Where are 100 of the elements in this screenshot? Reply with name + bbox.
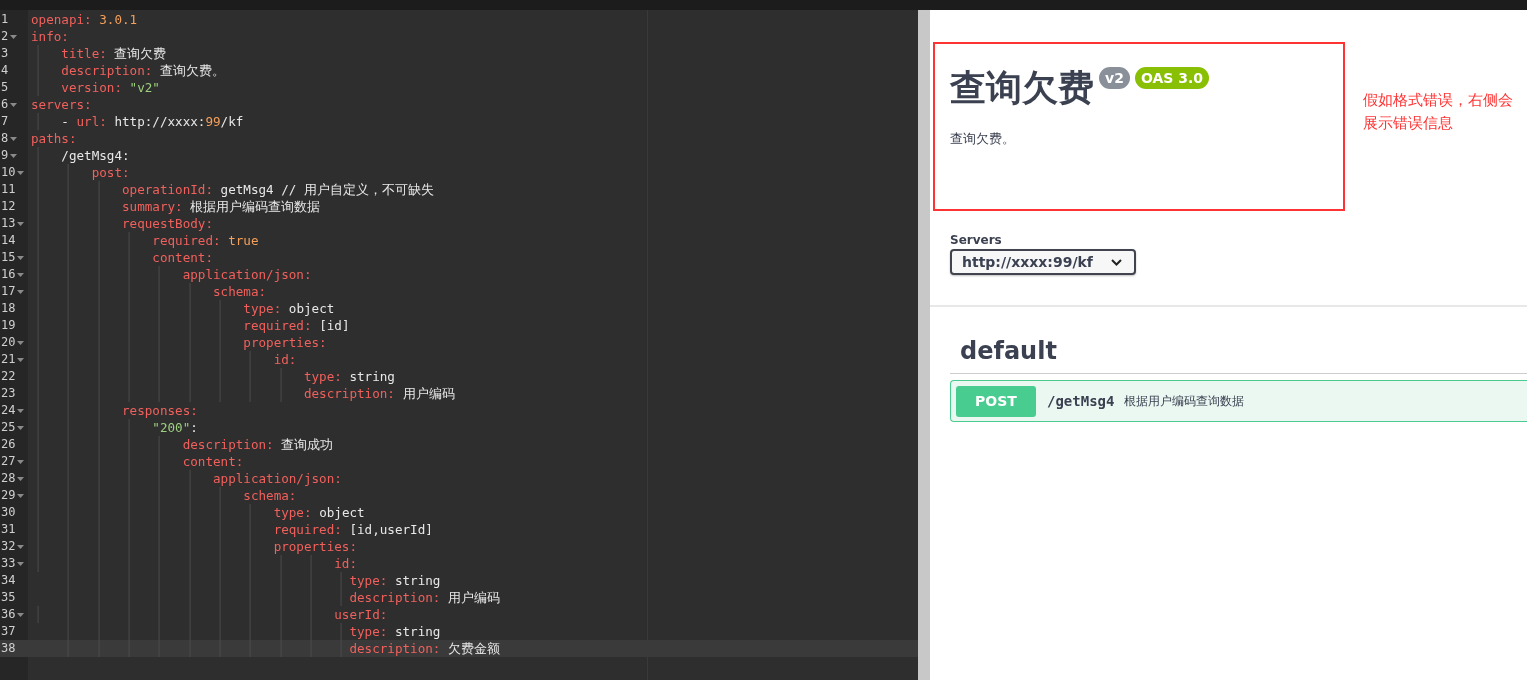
fold-arrow-icon[interactable] (10, 136, 18, 141)
line-number: 35 (0, 589, 16, 606)
line-number: 19 (0, 317, 16, 334)
version-badge: v2 (1099, 67, 1130, 89)
api-description: 查询欠费。 (950, 130, 1016, 148)
line-number: 12 (0, 198, 16, 215)
code-editor[interactable] (0, 10, 918, 680)
line-number: 4 (0, 62, 9, 79)
line-number: 16 (0, 266, 16, 283)
code-line: paths: (31, 130, 77, 147)
line-number: 22 (0, 368, 16, 385)
fold-arrow-icon[interactable] (17, 612, 25, 617)
code-line: id: (273, 351, 297, 368)
code-line: required: [id,userId] (273, 521, 433, 538)
line-number: 15 (0, 249, 16, 266)
code-line: content: (152, 249, 213, 266)
code-line: description: 查询成功 (182, 436, 334, 453)
line-number: 30 (0, 504, 16, 521)
fold-arrow-icon[interactable] (10, 34, 18, 39)
fold-arrow-icon[interactable] (17, 476, 25, 481)
code-line: servers: (31, 96, 92, 113)
line-number: 25 (0, 419, 16, 436)
fold-arrow-icon[interactable] (17, 289, 25, 294)
code-line: required: true (152, 232, 259, 249)
code-line: type: string (349, 572, 441, 589)
line-number: 21 (0, 351, 16, 368)
code-line: content: (182, 453, 244, 470)
line-number: 29 (0, 487, 16, 504)
line-number: 1 (0, 11, 9, 28)
line-number: 31 (0, 521, 16, 538)
line-number: 34 (0, 572, 16, 589)
code-line: - url: http://xxxx:99/kf (61, 113, 244, 130)
fold-arrow-icon[interactable] (17, 544, 25, 549)
code-line: operationId: getMsg4 // 用户自定义，不可缺失 (122, 181, 434, 198)
code-line: userId: (334, 606, 388, 623)
fold-arrow-icon[interactable] (17, 340, 25, 345)
code-line: type: object (273, 504, 365, 521)
code-line: application/json: (212, 470, 342, 487)
fold-arrow-icon[interactable] (17, 272, 25, 277)
line-number: 23 (0, 385, 16, 402)
line-number: 32 (0, 538, 16, 555)
line-number: 10 (0, 164, 16, 181)
code-line: requestBody: (122, 215, 213, 232)
fold-arrow-icon[interactable] (17, 425, 25, 430)
code-line: type: string (349, 623, 441, 640)
line-number: 20 (0, 334, 16, 351)
code-line: properties: (273, 538, 358, 555)
line-number: 7 (0, 113, 9, 130)
fold-arrow-icon[interactable] (17, 561, 25, 566)
fold-arrow-icon[interactable] (17, 459, 25, 464)
line-number: 18 (0, 300, 16, 317)
fold-arrow-icon[interactable] (17, 170, 25, 175)
code-line: type: string (303, 368, 395, 385)
fold-arrow-icon[interactable] (17, 357, 25, 362)
chevron-down-icon (1111, 258, 1122, 266)
fold-arrow-icon[interactable] (17, 408, 25, 413)
line-number: 2 (0, 28, 9, 45)
line-number: 24 (0, 402, 16, 419)
line-number: 5 (0, 79, 9, 96)
code-line: application/json: (182, 266, 312, 283)
fold-arrow-icon[interactable] (17, 221, 25, 226)
line-number: 6 (0, 96, 9, 113)
code-line: title: 查询欠费 (61, 45, 167, 62)
line-number: 36 (0, 606, 16, 623)
code-line: description: 查询欠费。 (61, 62, 225, 79)
code-line: openapi: 3.0.1 (31, 11, 138, 28)
code-line: required: [id] (243, 317, 350, 334)
code-line: description: 欠费金额 (349, 640, 501, 657)
code-line: properties: (243, 334, 327, 351)
line-number: 37 (0, 623, 16, 640)
annotation-text: 假如格式错误，右侧会展示错误信息 (1363, 89, 1514, 134)
line-number: 9 (0, 147, 9, 164)
code-line: schema: (212, 283, 267, 300)
code-line: summary: 根据用户编码查询数据 (122, 198, 321, 215)
line-number: 14 (0, 232, 16, 249)
fold-arrow-icon[interactable] (17, 255, 25, 260)
servers-label: Servers (950, 233, 1003, 247)
line-number: 38 (0, 640, 16, 657)
line-number: 33 (0, 555, 16, 572)
line-number: 28 (0, 470, 16, 487)
operation-path: /getMsg4 (1047, 393, 1115, 409)
code-line: post: (91, 164, 130, 181)
fold-arrow-icon[interactable] (10, 153, 18, 158)
code-line: id: (334, 555, 358, 572)
operation-row[interactable]: POST /getMsg4 根据用户编码查询数据 (950, 380, 1527, 422)
code-line: description: 用户编码 (303, 385, 455, 402)
line-number: 26 (0, 436, 16, 453)
line-number: 3 (0, 45, 9, 62)
version-badge: OAS 3.0 (1134, 67, 1209, 89)
servers-select[interactable]: http://xxxx:99/kf (950, 249, 1136, 275)
code-line: description: 用户编码 (349, 589, 501, 606)
operation-summary: 根据用户编码查询数据 (1124, 392, 1245, 410)
fold-arrow-icon[interactable] (17, 493, 25, 498)
api-title: 查询欠费 (950, 66, 1094, 110)
line-number: 8 (0, 130, 9, 147)
code-line: type: object (243, 300, 335, 317)
fold-arrow-icon[interactable] (10, 102, 18, 107)
code-line: version: "v2" (61, 79, 160, 96)
code-line: /getMsg4: (61, 147, 130, 164)
tag-heading[interactable]: default (950, 337, 1527, 374)
